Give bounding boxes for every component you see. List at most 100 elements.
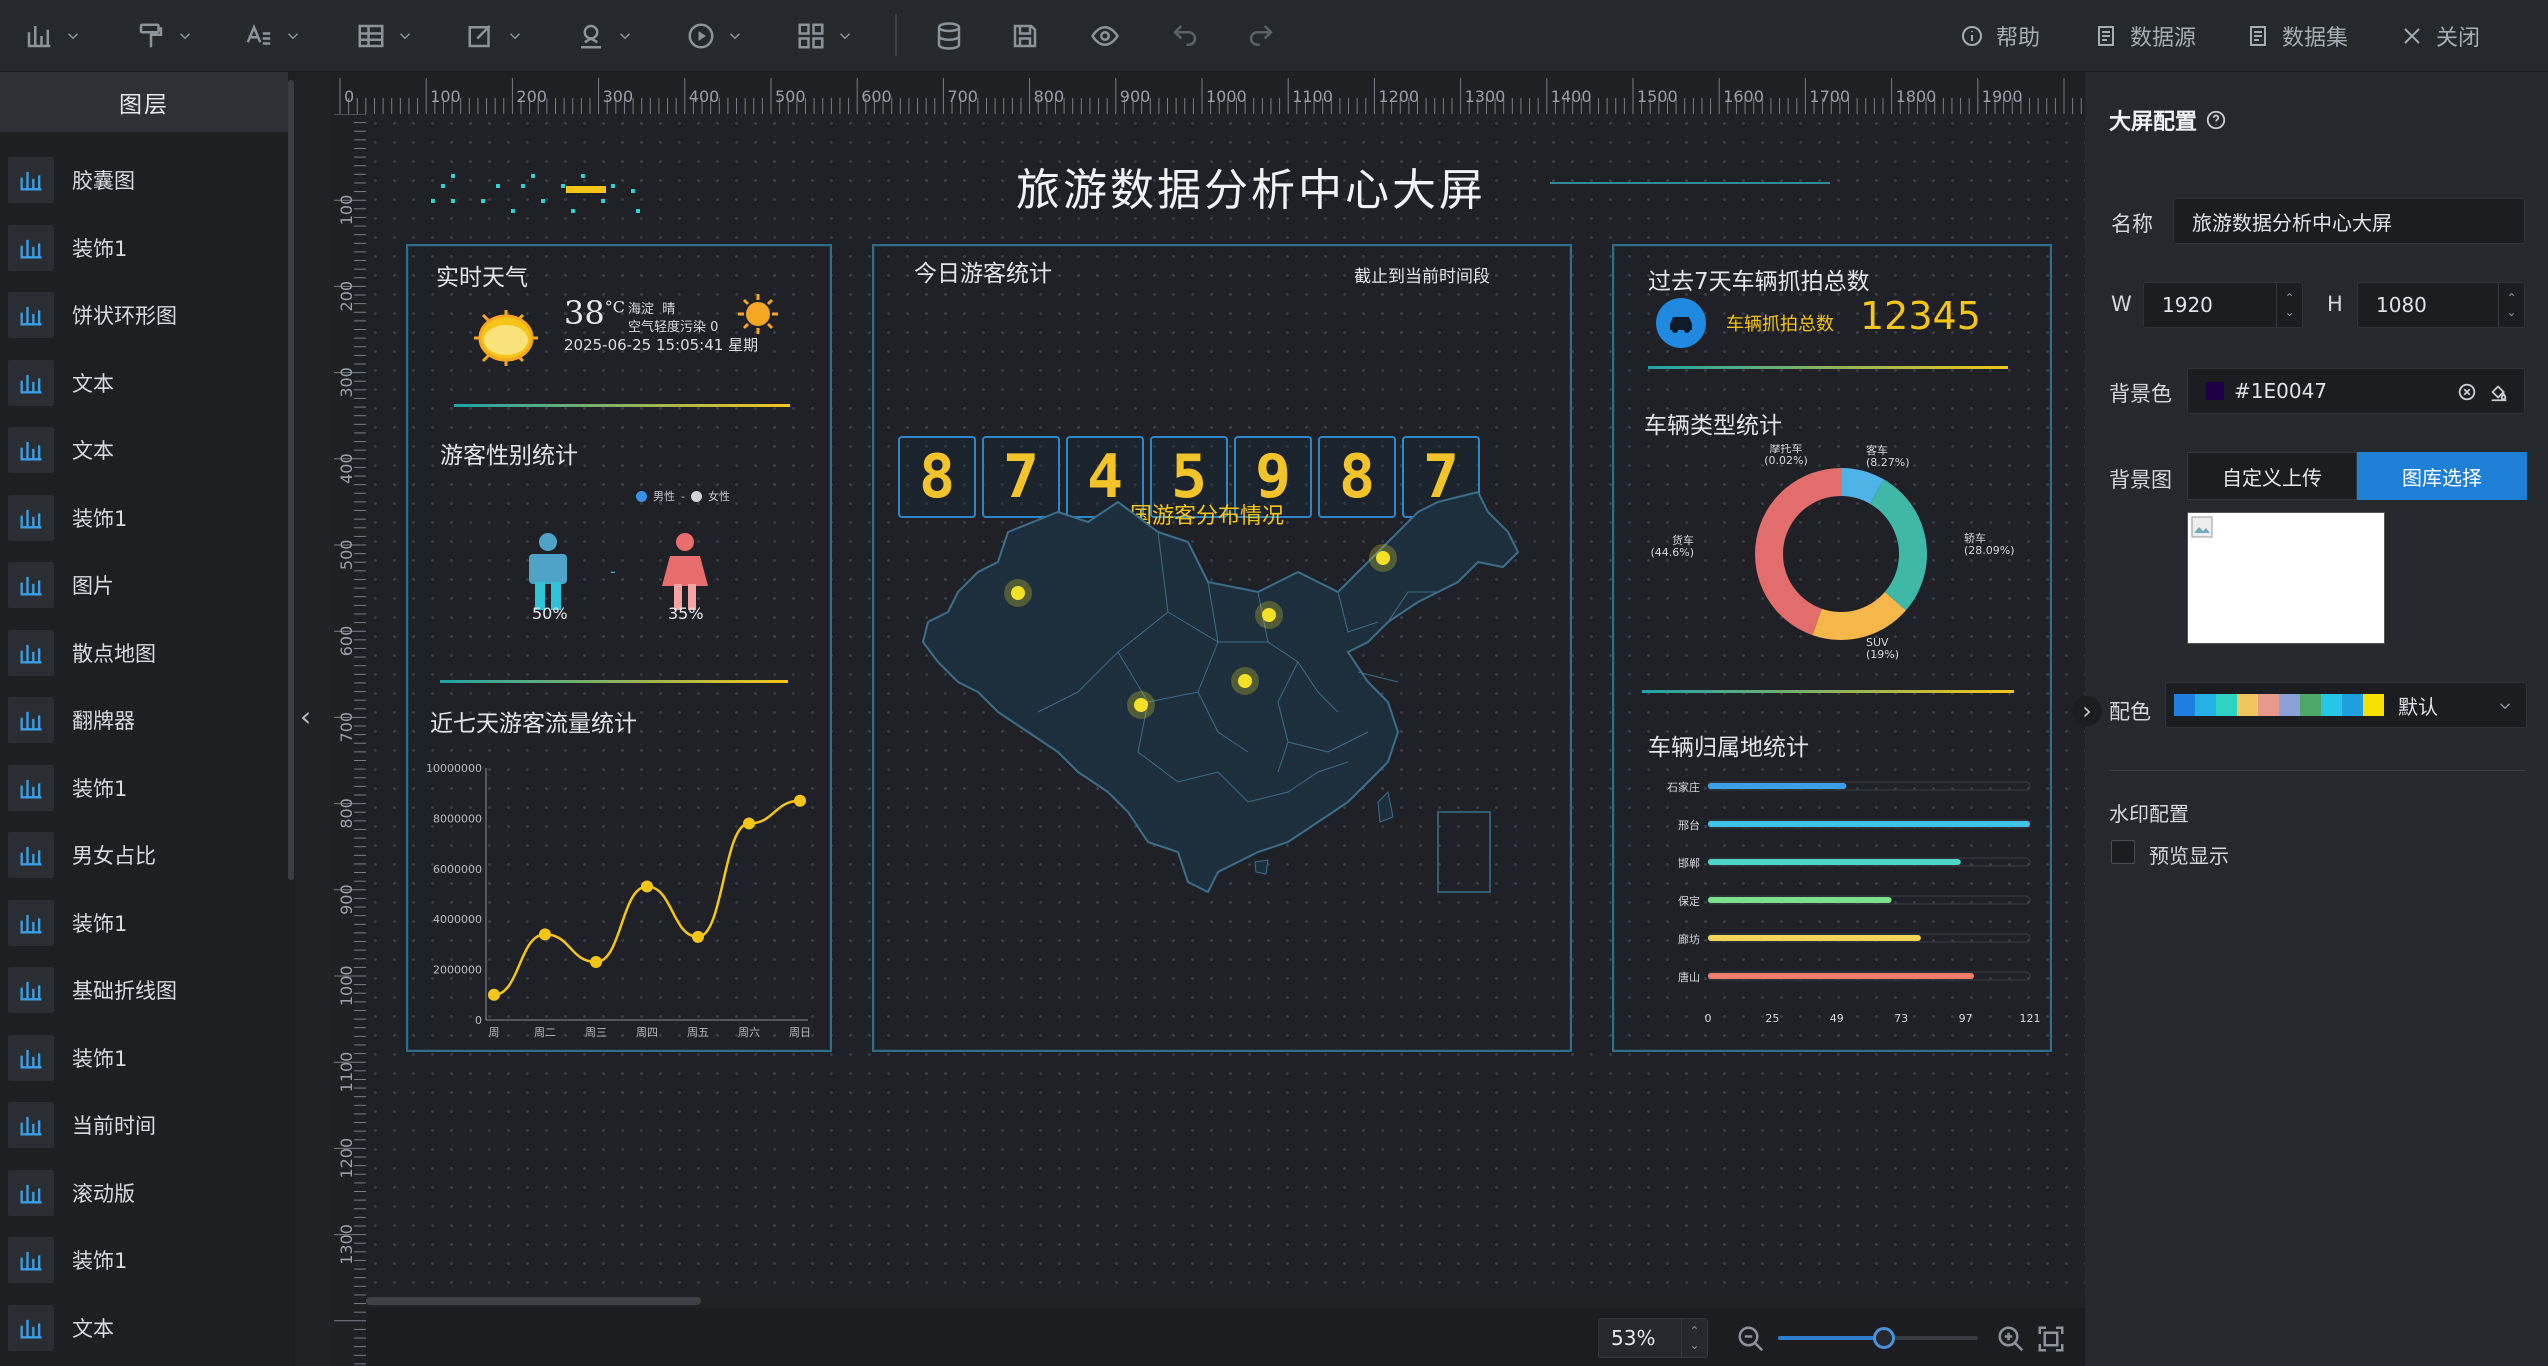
flow-x-tick: 周三	[585, 1026, 607, 1039]
bar-chart-icon	[8, 967, 54, 1013]
layer-item[interactable]: 文本	[8, 422, 288, 478]
layer-item[interactable]: 装饰1	[8, 490, 288, 546]
layer-item[interactable]: 饼状环形图	[8, 287, 288, 343]
preview-button[interactable]	[1090, 16, 1120, 56]
zoom-out-icon[interactable]	[1736, 1324, 1766, 1354]
scrollbar-thumb[interactable]	[366, 1297, 701, 1305]
preview-checkbox[interactable]	[2111, 840, 2135, 864]
layer-item[interactable]: 基础折线图	[8, 962, 288, 1018]
layer-item[interactable]: 文本	[8, 355, 288, 411]
ruler-label: 300	[337, 367, 356, 398]
width-stepper[interactable]: ⌃ ⌄	[2276, 283, 2302, 327]
flow-y-tick: 10000000	[426, 762, 482, 775]
region-axis-tick: 121	[2020, 1012, 2041, 1025]
chevron-down-icon[interactable]: ⌄	[1689, 1338, 1699, 1352]
bar-chart-icon	[8, 764, 54, 811]
help-button[interactable]: 帮助	[1960, 18, 2040, 54]
collapse-right-icon[interactable]: ›	[2072, 696, 2102, 726]
layer-item[interactable]: 装饰1	[8, 220, 288, 276]
chevron-up-icon[interactable]: ⌃	[2506, 291, 2516, 305]
ruler-label: 300	[603, 87, 634, 106]
ruler-label: 400	[337, 453, 356, 484]
chevron-down-icon	[2499, 703, 2511, 710]
bar-chart-icon	[8, 157, 54, 203]
database-button[interactable]	[934, 16, 964, 56]
car-icon-glyph	[1670, 317, 1692, 333]
chevron-up-icon[interactable]: ⌃	[1689, 1324, 1699, 1338]
zoom-in-icon[interactable]	[1996, 1324, 2026, 1354]
chevron-down-icon	[399, 33, 411, 40]
layer-item[interactable]: 图片	[8, 557, 288, 613]
flow-y-tick: 4000000	[433, 913, 482, 926]
dataset-label: 数据集	[2282, 26, 2349, 51]
name-field[interactable]: 旅游数据分析中心大屏	[2173, 198, 2525, 244]
zoom-input[interactable]: 53% ⌃ ⌄	[1598, 1318, 1708, 1358]
bg-color-field[interactable]: #1E0047	[2187, 368, 2525, 414]
sun-icon	[738, 294, 778, 334]
clear-icon[interactable]	[2456, 381, 2478, 403]
ruler-label: 1600	[1723, 87, 1764, 106]
config-panel: 大屏配置 名称 旅游数据分析中心大屏 W 1920 ⌃ ⌄ H 1080 ⌃ ⌄ 背景色…	[2085, 72, 2548, 1366]
widget-menu-button[interactable]	[796, 16, 854, 56]
layer-item[interactable]: 装饰1	[8, 1232, 288, 1288]
south-sea-inset	[1437, 811, 1491, 893]
bg-image-preview[interactable]	[2187, 512, 2385, 644]
text-menu-button[interactable]	[244, 16, 302, 56]
horizontal-scrollbar[interactable]	[366, 1294, 2085, 1308]
layer-item-label: 装饰1	[72, 506, 128, 531]
zoom-stepper[interactable]: ⌃ ⌄	[1681, 1319, 1707, 1357]
ruler-label: 700	[947, 87, 978, 106]
height-input[interactable]: 1080 ⌃ ⌄	[2357, 282, 2525, 328]
layer-item[interactable]: 文本	[8, 1300, 288, 1356]
decoration-menu-button[interactable]	[136, 16, 194, 56]
layer-item[interactable]: 装饰1	[8, 1030, 288, 1086]
close-button[interactable]: 关闭	[2400, 18, 2480, 54]
width-input[interactable]: 1920 ⌃ ⌄	[2143, 282, 2303, 328]
gallery-select-button[interactable]: 图库选择	[2357, 452, 2527, 500]
dataset-button[interactable]: 数据集	[2246, 18, 2348, 54]
dashboard-screen[interactable]: 旅游数据分析中心大屏 实时天气 38°C 海淀 晴 空气轻度污染 0 2025-…	[366, 114, 2085, 1294]
palette-select[interactable]: 默认	[2165, 682, 2527, 728]
layer-item[interactable]: 散点地图	[8, 625, 288, 681]
layer-item[interactable]: 滚动版	[8, 1165, 288, 1221]
flow-data-point	[641, 880, 653, 893]
layer-item[interactable]: 当前时间	[8, 1097, 288, 1153]
media-menu-button[interactable]	[686, 16, 744, 56]
chart-menu-button[interactable]	[24, 16, 82, 56]
chevron-down-icon[interactable]: ⌄	[2284, 305, 2294, 319]
datasource-button[interactable]: 数据源	[2094, 18, 2196, 54]
layer-item[interactable]: 男女占比	[8, 827, 288, 883]
redo-button[interactable]	[1246, 16, 1276, 56]
config-title-label: 大屏配置	[2109, 110, 2198, 135]
zoom-slider-track[interactable]	[1778, 1327, 1978, 1349]
layer-item[interactable]: 装饰1	[8, 895, 288, 951]
ruler-label: 1200	[337, 1138, 356, 1179]
form-menu-button[interactable]	[466, 16, 524, 56]
zoom-slider-thumb[interactable]	[1872, 1327, 1895, 1349]
layer-item[interactable]: 翻牌器	[8, 692, 288, 748]
question-icon[interactable]	[2205, 109, 2227, 131]
chevron-down-icon[interactable]: ⌄	[2506, 305, 2516, 319]
layer-scrollbar[interactable]	[288, 80, 294, 880]
weather-title: 实时天气	[436, 265, 528, 291]
save-button[interactable]	[1010, 16, 1040, 56]
paint-bucket-icon[interactable]	[2488, 381, 2510, 403]
region-title: 车辆归属地统计	[1648, 735, 1809, 761]
region-axis-tick: 49	[1830, 1012, 1844, 1025]
broken-image-icon	[2191, 516, 2213, 538]
dashboard-title: 旅游数据分析中心大屏	[1016, 165, 1486, 216]
layer-item[interactable]: 胶囊图	[8, 152, 288, 208]
fit-screen-icon[interactable]	[2036, 1324, 2066, 1354]
weather-date-value: 2025-06-25 15:05:41	[564, 336, 724, 354]
undo-button[interactable]	[1170, 16, 1200, 56]
info-icon	[1962, 26, 1982, 46]
layer-item-label: 男女占比	[72, 844, 156, 868]
height-stepper[interactable]: ⌃ ⌄	[2498, 283, 2524, 327]
chevron-up-icon[interactable]: ⌃	[2284, 291, 2294, 305]
layer-item[interactable]: 装饰1	[8, 760, 288, 816]
collapse-left-icon[interactable]: ‹	[300, 700, 311, 733]
custom-upload-button[interactable]: 自定义上传	[2187, 452, 2357, 500]
document-icon	[2098, 26, 2114, 46]
map-menu-button[interactable]	[576, 16, 634, 56]
table-menu-button[interactable]	[356, 16, 414, 56]
